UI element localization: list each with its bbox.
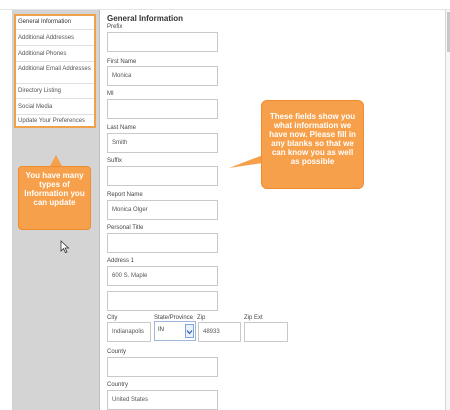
address1-label: Address 1 xyxy=(107,258,135,264)
zip-label: Zip xyxy=(197,315,206,321)
menu-divider xyxy=(16,45,94,46)
state-select[interactable]: IN xyxy=(154,321,196,341)
mi-field[interactable] xyxy=(107,99,218,119)
chevron-down-icon[interactable] xyxy=(185,324,194,338)
prefix-field[interactable] xyxy=(107,32,218,52)
personal-title-field[interactable] xyxy=(107,233,218,253)
first-name-label: First Name xyxy=(107,59,137,65)
menu-item-directory-listing[interactable]: Directory Listing xyxy=(18,88,96,95)
zip-ext-label: Zip Ext xyxy=(244,315,263,321)
left-rail xyxy=(0,10,13,410)
city-label: City xyxy=(107,315,118,321)
city-field[interactable]: Indianapolis xyxy=(107,322,151,342)
callout-pointer xyxy=(50,155,62,166)
report-name-label: Report Name xyxy=(107,192,143,198)
menu-item-additional-phones[interactable]: Additional Phones xyxy=(18,51,96,58)
personal-title-label: Personal Title xyxy=(107,225,144,231)
mi-label: MI xyxy=(107,91,114,97)
menu-item-update-your-preferences[interactable]: Update Your Preferences xyxy=(18,118,96,125)
address1-field[interactable]: 600 S. Maple xyxy=(107,266,218,286)
suffix-label: Suffix xyxy=(107,158,122,164)
prefix-label: Prefix xyxy=(107,24,123,30)
page-title: General Information xyxy=(107,14,184,23)
fields-callout: These fields show you what information w… xyxy=(261,100,364,189)
first-name-field[interactable]: Monica xyxy=(107,66,218,86)
zip-ext-field[interactable] xyxy=(244,322,288,342)
address2-field[interactable] xyxy=(107,291,218,311)
country-label: Country xyxy=(107,382,129,388)
last-name-label: Last Name xyxy=(107,125,137,131)
vertical-scrollbar[interactable] xyxy=(445,10,450,410)
menu-divider xyxy=(16,83,94,84)
callout-pointer xyxy=(229,155,263,168)
top-bar xyxy=(0,0,450,10)
county-label: County xyxy=(107,349,127,355)
menu-divider xyxy=(16,61,94,62)
last-name-field[interactable]: Smith xyxy=(107,133,218,153)
county-field[interactable] xyxy=(107,357,218,377)
menu-item-social-media[interactable]: Social Media xyxy=(18,104,96,111)
menu-divider xyxy=(16,114,94,115)
mouse-cursor-icon xyxy=(60,240,70,254)
state-selected-value: IN xyxy=(158,327,164,333)
menu-callout: You have many types of Information you c… xyxy=(18,166,91,230)
section-menu: General Information Additional Addresses… xyxy=(14,14,96,128)
suffix-field[interactable] xyxy=(107,166,218,186)
zip-field[interactable]: 48933 xyxy=(198,322,241,342)
menu-item-additional-addresses[interactable]: Additional Addresses xyxy=(18,35,96,42)
menu-item-general-information[interactable]: General Information xyxy=(18,19,96,26)
menu-divider xyxy=(16,98,94,99)
report-name-field[interactable]: Monica Olger xyxy=(107,200,218,220)
menu-divider xyxy=(16,29,94,30)
country-field[interactable]: United States xyxy=(107,390,218,410)
menu-item-additional-email-addresses[interactable]: Additional Email Addresses xyxy=(18,66,96,73)
